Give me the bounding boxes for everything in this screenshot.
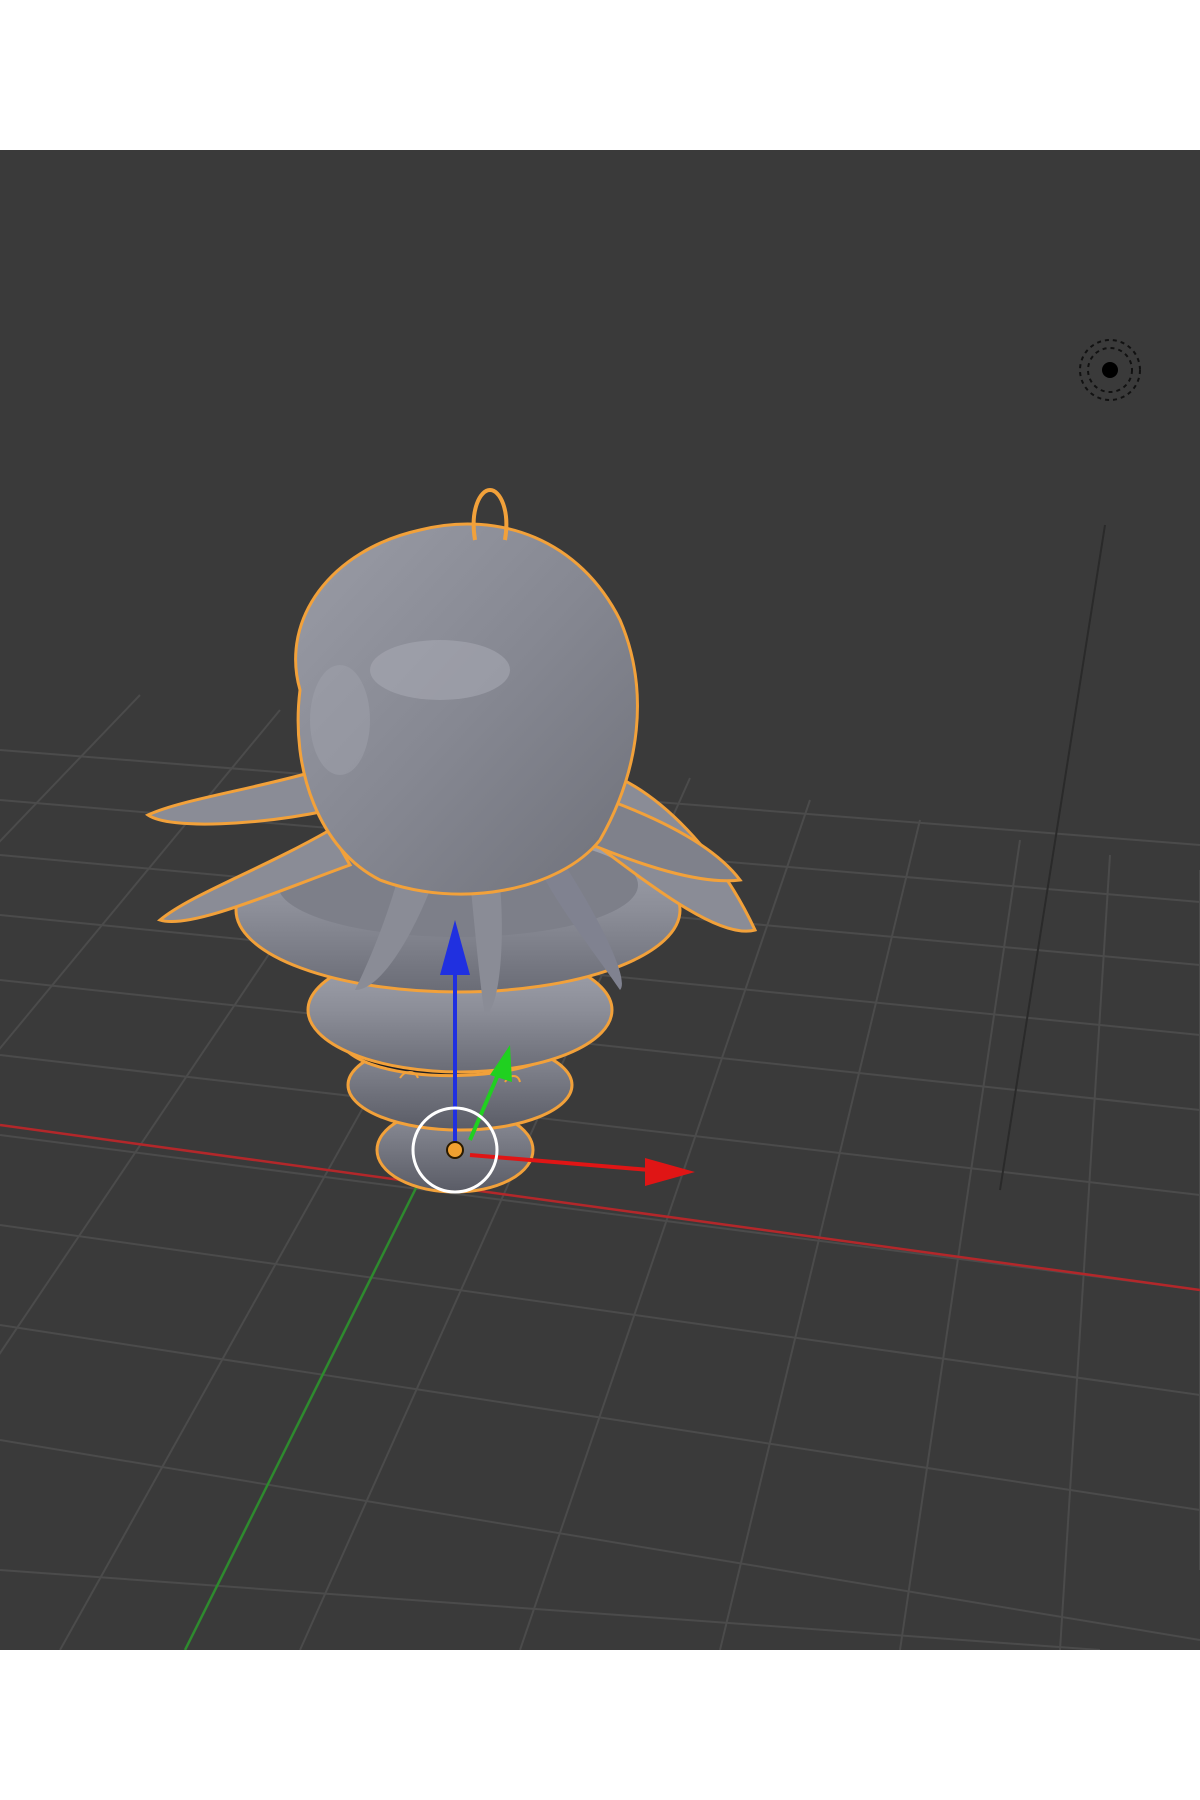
origin-icon <box>446 1141 464 1159</box>
3d-viewport[interactable] <box>0 150 1200 1650</box>
